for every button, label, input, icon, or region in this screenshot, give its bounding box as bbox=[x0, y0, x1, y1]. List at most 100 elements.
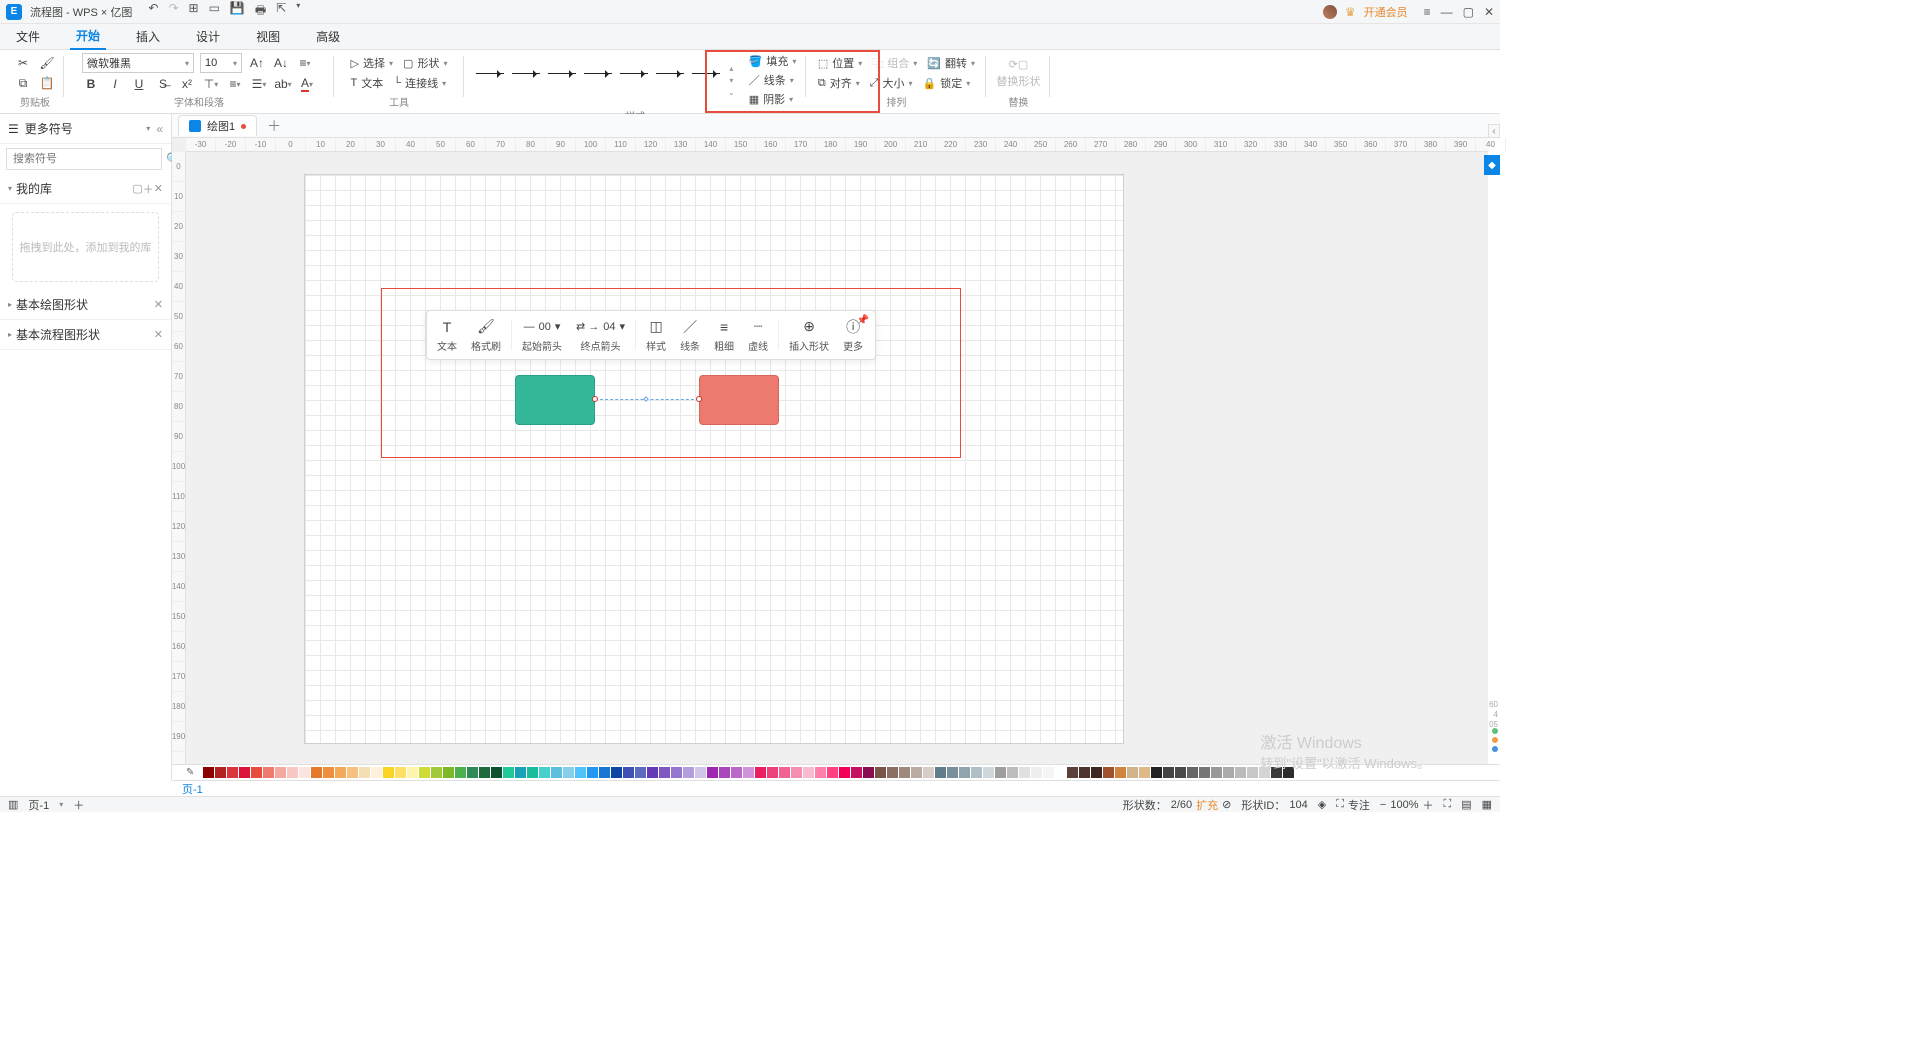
color-swatch[interactable] bbox=[827, 767, 838, 778]
color-swatch[interactable] bbox=[1271, 767, 1282, 778]
shadow-button[interactable]: ▦ 阴影▾ bbox=[747, 90, 799, 108]
color-swatch[interactable] bbox=[1187, 767, 1198, 778]
zoom-in-icon[interactable]: ＋ bbox=[1422, 797, 1433, 813]
zoom-value[interactable]: 100% bbox=[1390, 799, 1418, 811]
user-avatar[interactable] bbox=[1323, 5, 1337, 19]
menu-insert[interactable]: 插入 bbox=[130, 24, 166, 49]
view-mode-1-icon[interactable]: ▤ bbox=[1461, 798, 1471, 811]
color-swatch[interactable] bbox=[707, 767, 718, 778]
shape-rectangle-1[interactable] bbox=[515, 375, 595, 425]
menu-icon[interactable]: ≡ bbox=[1424, 5, 1431, 19]
collapse-panel-icon[interactable]: « bbox=[156, 122, 163, 136]
replace-shape-button[interactable]: ⟳▢ 替换形状 bbox=[994, 57, 1042, 90]
open-icon[interactable]: ▭ bbox=[209, 1, 220, 22]
lock-button[interactable]: 🔒 锁定▾ bbox=[921, 74, 973, 92]
text-direction-icon[interactable]: ⊤▾ bbox=[202, 75, 220, 93]
increase-font-icon[interactable]: A↑ bbox=[248, 54, 266, 72]
menu-view[interactable]: 视图 bbox=[250, 24, 286, 49]
more-symbols-label[interactable]: 更多符号 bbox=[25, 120, 141, 137]
section-flowchart-shapes[interactable]: ▸ 基本流程图形状 ✕ bbox=[0, 320, 171, 350]
color-swatch[interactable] bbox=[395, 767, 406, 778]
color-swatch[interactable] bbox=[551, 767, 562, 778]
connector-midpoint[interactable] bbox=[643, 396, 649, 402]
new-icon[interactable]: ⊞ bbox=[189, 1, 199, 22]
color-swatch[interactable] bbox=[539, 767, 550, 778]
color-swatch[interactable] bbox=[575, 767, 586, 778]
color-swatch[interactable] bbox=[923, 767, 934, 778]
maximize-icon[interactable]: ▢ bbox=[1463, 5, 1474, 19]
color-swatch[interactable] bbox=[899, 767, 910, 778]
ft-insert-shape[interactable]: ⊕插入形状 bbox=[785, 318, 833, 353]
color-swatch[interactable] bbox=[251, 767, 262, 778]
color-swatch[interactable] bbox=[659, 767, 670, 778]
color-swatch[interactable] bbox=[383, 767, 394, 778]
color-swatch[interactable] bbox=[755, 767, 766, 778]
color-swatch[interactable] bbox=[491, 767, 502, 778]
color-swatch[interactable] bbox=[299, 767, 310, 778]
color-swatch[interactable] bbox=[1211, 767, 1222, 778]
fill-button[interactable]: 🪣 填充▾ bbox=[747, 52, 799, 70]
color-swatch[interactable] bbox=[1103, 767, 1114, 778]
color-swatch[interactable] bbox=[1127, 767, 1138, 778]
subscript-icon[interactable]: x² bbox=[178, 75, 196, 93]
color-swatch[interactable] bbox=[623, 767, 634, 778]
align-left-icon[interactable]: ≡▾ bbox=[226, 75, 244, 93]
color-swatch[interactable] bbox=[1235, 767, 1246, 778]
color-swatch[interactable] bbox=[1079, 767, 1090, 778]
ft-line[interactable]: ／线条 bbox=[676, 318, 704, 353]
color-swatch[interactable] bbox=[719, 767, 730, 778]
color-swatch[interactable] bbox=[311, 767, 322, 778]
color-swatch[interactable] bbox=[263, 767, 274, 778]
italic-icon[interactable]: I bbox=[106, 75, 124, 93]
group-button[interactable]: ⿻ 组合▾ bbox=[870, 54, 919, 72]
font-color-icon[interactable]: A▾ bbox=[298, 75, 316, 93]
right-panel-toggle[interactable]: ‹ bbox=[1488, 124, 1500, 138]
color-swatch[interactable] bbox=[1043, 767, 1054, 778]
color-swatch[interactable] bbox=[683, 767, 694, 778]
mylib-close-icon[interactable]: ✕ bbox=[154, 182, 163, 195]
color-swatch[interactable] bbox=[803, 767, 814, 778]
ft-weight[interactable]: ≡粗细 bbox=[710, 318, 738, 353]
layers-icon[interactable]: ◈ bbox=[1318, 798, 1326, 811]
color-swatch[interactable] bbox=[815, 767, 826, 778]
connector-tool[interactable]: └ 连接线▾ bbox=[391, 74, 448, 92]
info-icon[interactable]: ⊘ bbox=[1222, 798, 1231, 811]
paste-icon[interactable]: 📋 bbox=[38, 74, 56, 92]
section-close-icon[interactable]: ✕ bbox=[154, 298, 163, 311]
connector-line[interactable] bbox=[595, 399, 699, 401]
canvas[interactable]: 📌 T文本 🖌格式刷 — 00 ▾起始箭头 ⇄ → 04 ▾终点箭头 ◫样式 ／… bbox=[186, 152, 1488, 764]
view-mode-2-icon[interactable]: ▦ bbox=[1482, 798, 1492, 811]
color-swatch[interactable] bbox=[767, 767, 778, 778]
search-input[interactable] bbox=[6, 148, 162, 170]
connector-endpoint-start[interactable] bbox=[592, 396, 598, 402]
color-swatch[interactable] bbox=[563, 767, 574, 778]
color-swatch[interactable] bbox=[1199, 767, 1210, 778]
page[interactable] bbox=[304, 174, 1124, 744]
bullet-list-icon[interactable]: ☰▾ bbox=[250, 75, 268, 93]
color-swatch[interactable] bbox=[875, 767, 886, 778]
color-swatch[interactable] bbox=[347, 767, 358, 778]
color-swatch[interactable] bbox=[1139, 767, 1150, 778]
style-down-icon[interactable]: ▾ bbox=[729, 76, 733, 85]
select-tool[interactable]: ▷ 选择▾ bbox=[349, 54, 395, 72]
undo-icon[interactable]: ↶ bbox=[148, 1, 158, 22]
ft-end-arrow[interactable]: ⇄ → 04 ▾终点箭头 bbox=[572, 318, 629, 353]
font-size-combo[interactable]: 10▾ bbox=[200, 53, 242, 73]
ft-style[interactable]: ◫样式 bbox=[642, 318, 670, 353]
char-spacing-icon[interactable]: ab▾ bbox=[274, 75, 292, 93]
decrease-font-icon[interactable]: A↓ bbox=[272, 54, 290, 72]
zoom-out-icon[interactable]: − bbox=[1380, 799, 1386, 811]
close-icon[interactable]: ✕ bbox=[1484, 5, 1494, 19]
color-swatch[interactable] bbox=[287, 767, 298, 778]
copy-icon[interactable]: ⧉ bbox=[14, 74, 32, 92]
font-name-combo[interactable]: 微软雅黑▾ bbox=[82, 53, 194, 73]
right-side-tag[interactable]: ◆ bbox=[1484, 155, 1500, 175]
menu-file[interactable]: 文件 bbox=[10, 24, 46, 49]
color-swatch[interactable] bbox=[431, 767, 442, 778]
focus-mode[interactable]: ⛶ 专注 bbox=[1336, 797, 1370, 813]
mylib-dropzone[interactable]: 拖拽到此处，添加到我的库 bbox=[12, 212, 159, 282]
fit-page-icon[interactable]: ⛶ bbox=[1443, 798, 1451, 811]
color-swatch[interactable] bbox=[467, 767, 478, 778]
more-symbols-dropdown[interactable]: ▾ bbox=[146, 124, 150, 133]
color-swatch[interactable] bbox=[611, 767, 622, 778]
